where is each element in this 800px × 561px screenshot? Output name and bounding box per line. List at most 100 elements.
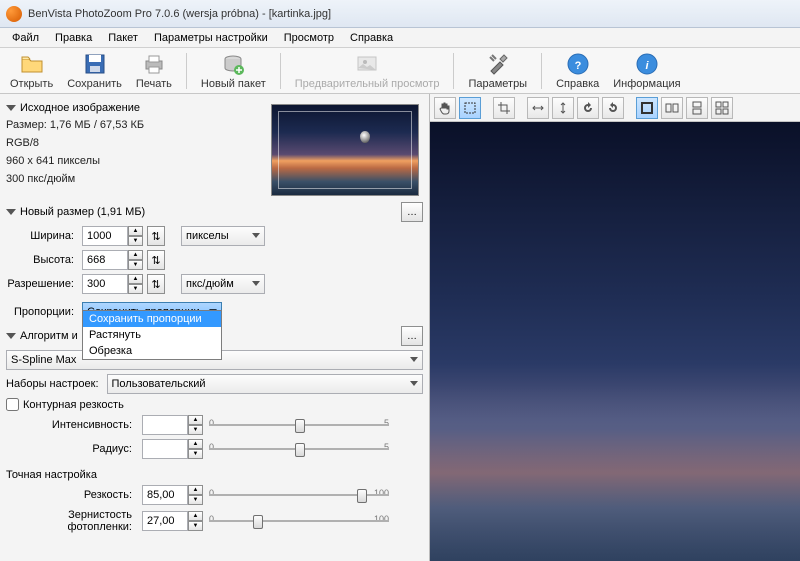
height-spinner[interactable]: ▲▼ xyxy=(82,250,143,270)
menu-help[interactable]: Справка xyxy=(342,30,401,46)
rotate-ccw-button[interactable] xyxy=(577,97,599,119)
open-button[interactable]: Открыть xyxy=(6,50,57,92)
grain-slider[interactable]: 0 100 xyxy=(209,512,389,530)
view-single-button[interactable] xyxy=(636,97,658,119)
spin-down-button[interactable]: ▼ xyxy=(128,284,143,294)
dropdown-option-keep[interactable]: Сохранить пропорции xyxy=(83,311,221,327)
grain-spinner[interactable]: ▲▼ xyxy=(142,511,203,531)
grain-input[interactable] xyxy=(142,511,188,531)
flip-v-button[interactable] xyxy=(552,97,574,119)
save-button[interactable]: Сохранить xyxy=(63,50,126,92)
radius-spinner[interactable]: ▲▼ xyxy=(142,439,203,459)
spin-up-button[interactable]: ▲ xyxy=(188,439,203,449)
width-label: Ширина: xyxy=(6,230,78,242)
menubar: Файл Правка Пакет Параметры настройки Пр… xyxy=(0,28,800,48)
height-input[interactable] xyxy=(82,250,128,270)
intensity-input[interactable] xyxy=(142,415,188,435)
spin-down-button[interactable]: ▼ xyxy=(128,260,143,270)
sharpness-label: Резкость: xyxy=(6,489,136,501)
info-icon: i xyxy=(635,52,659,76)
folder-open-icon xyxy=(20,52,44,76)
radius-input[interactable] xyxy=(142,439,188,459)
spin-up-button[interactable]: ▲ xyxy=(128,226,143,236)
new-batch-button[interactable]: Новый пакет xyxy=(197,50,270,92)
menu-file[interactable]: Файл xyxy=(4,30,47,46)
width-input[interactable] xyxy=(82,226,128,246)
spin-up-button[interactable]: ▲ xyxy=(128,274,143,284)
crop-tool-button[interactable] xyxy=(493,97,515,119)
hand-tool-button[interactable] xyxy=(434,97,456,119)
printer-icon xyxy=(142,52,166,76)
intensity-spinner[interactable]: ▲▼ xyxy=(142,415,203,435)
width-spinner[interactable]: ▲▼ xyxy=(82,226,143,246)
radius-slider[interactable]: 0 5 xyxy=(209,440,389,458)
menu-batch[interactable]: Пакет xyxy=(100,30,146,46)
grain-label: Зернистость фотопленки: xyxy=(6,509,136,533)
height-label: Высота: xyxy=(6,254,78,266)
toolbar-separator xyxy=(453,53,454,89)
view-split-v-button[interactable] xyxy=(686,97,708,119)
menu-edit[interactable]: Правка xyxy=(47,30,100,46)
batch-icon xyxy=(221,52,245,76)
proportions-label: Пропорции: xyxy=(6,306,78,318)
spin-down-button[interactable]: ▼ xyxy=(188,495,203,505)
view-grid-button[interactable] xyxy=(711,97,733,119)
presets-combo[interactable]: Пользовательский xyxy=(107,374,423,394)
algo-options-button[interactable]: … xyxy=(401,326,423,346)
preview-icon xyxy=(355,52,379,76)
collapse-icon xyxy=(6,333,16,339)
image-preview[interactable] xyxy=(430,122,800,561)
proportions-dropdown[interactable]: Сохранить пропорции Растянуть Обрезка xyxy=(82,310,222,360)
resolution-spinner[interactable]: ▲▼ xyxy=(82,274,143,294)
dropdown-option-stretch[interactable]: Растянуть xyxy=(83,327,221,343)
app-icon xyxy=(6,6,22,22)
tools-icon xyxy=(486,52,510,76)
sharpness-spinner[interactable]: ▲▼ xyxy=(142,485,203,505)
rotate-cw-button[interactable] xyxy=(602,97,624,119)
spin-down-button[interactable]: ▼ xyxy=(188,425,203,435)
newsize-section-header[interactable]: Новый размер (1,91 МБ) … xyxy=(6,202,423,222)
resolution-input[interactable] xyxy=(82,274,128,294)
sharpness-slider[interactable]: 0 100 xyxy=(209,486,389,504)
resolution-label: Разрешение: xyxy=(6,278,78,290)
toolbar: Открыть Сохранить Печать Новый пакет Пре… xyxy=(0,48,800,94)
spin-up-button[interactable]: ▲ xyxy=(128,250,143,260)
resolution-link-button[interactable]: ⇅ xyxy=(147,274,165,294)
contour-checkbox[interactable]: Контурная резкость xyxy=(6,398,423,411)
spin-down-button[interactable]: ▼ xyxy=(128,236,143,246)
help-icon: ? xyxy=(566,52,590,76)
presets-label: Наборы настроек: xyxy=(6,378,103,390)
spin-up-button[interactable]: ▲ xyxy=(188,415,203,425)
view-split-h-button[interactable] xyxy=(661,97,683,119)
newsize-options-button[interactable]: … xyxy=(401,202,423,222)
intensity-slider[interactable]: 0 5 xyxy=(209,416,389,434)
help-button[interactable]: ? Справка xyxy=(552,50,603,92)
svg-text:?: ? xyxy=(574,60,581,72)
width-units-combo[interactable]: пикселы xyxy=(181,226,265,246)
source-thumbnail xyxy=(271,104,419,196)
sharpness-input[interactable] xyxy=(142,485,188,505)
flip-h-button[interactable] xyxy=(527,97,549,119)
spin-down-button[interactable]: ▼ xyxy=(188,449,203,459)
menu-view[interactable]: Просмотр xyxy=(276,30,342,46)
spin-up-button[interactable]: ▲ xyxy=(188,485,203,495)
spin-up-button[interactable]: ▲ xyxy=(188,511,203,521)
window-title: BenVista PhotoZoom Pro 7.0.6 (wersja pró… xyxy=(28,8,331,20)
preview-button[interactable]: Предварительный просмотр xyxy=(291,50,444,92)
toolbar-separator xyxy=(280,53,281,89)
marquee-tool-button[interactable] xyxy=(459,97,481,119)
spin-down-button[interactable]: ▼ xyxy=(188,521,203,531)
collapse-icon xyxy=(6,209,16,215)
dropdown-option-crop[interactable]: Обрезка xyxy=(83,343,221,359)
radius-label: Радиус: xyxy=(6,443,136,455)
intensity-label: Интенсивность: xyxy=(6,419,136,431)
menu-params[interactable]: Параметры настройки xyxy=(146,30,276,46)
width-link-button[interactable]: ⇅ xyxy=(147,226,165,246)
resolution-units-combo[interactable]: пкс/дюйм xyxy=(181,274,265,294)
info-button[interactable]: i Информация xyxy=(609,50,684,92)
params-button[interactable]: Параметры xyxy=(464,50,531,92)
print-button[interactable]: Печать xyxy=(132,50,176,92)
height-link-button[interactable]: ⇅ xyxy=(147,250,165,270)
view-toolbar xyxy=(430,94,800,122)
titlebar: BenVista PhotoZoom Pro 7.0.6 (wersja pró… xyxy=(0,0,800,28)
